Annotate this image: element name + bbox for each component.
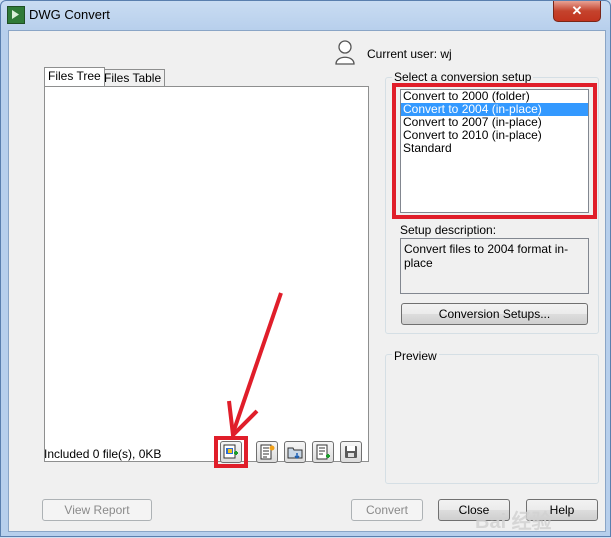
app-icon bbox=[7, 6, 25, 24]
files-status: Included 0 file(s), 0KB bbox=[44, 447, 162, 461]
add-folder-button[interactable] bbox=[284, 441, 306, 463]
save-list-icon bbox=[345, 446, 357, 458]
conversion-setups-button[interactable]: Conversion Setups... bbox=[401, 303, 588, 325]
save-file-list-button[interactable] bbox=[340, 441, 362, 463]
dwg-convert-window: DWG Convert ✕ Current user: wj Files Tre… bbox=[0, 0, 611, 537]
convert-button[interactable]: Convert bbox=[351, 499, 423, 521]
view-report-button[interactable]: View Report bbox=[42, 499, 152, 521]
add-sheet-list-icon bbox=[260, 444, 275, 460]
files-tree-panel[interactable] bbox=[44, 86, 369, 462]
window-title: DWG Convert bbox=[29, 7, 110, 22]
add-drawing-icon bbox=[223, 444, 238, 459]
preview-label: Preview bbox=[392, 349, 439, 363]
add-file-list-button[interactable] bbox=[312, 441, 334, 463]
add-folder-icon bbox=[287, 447, 303, 460]
current-user-label: Current user: wj bbox=[367, 47, 452, 61]
dialog-client: Current user: wj Files Tree Files Table … bbox=[8, 30, 606, 533]
setup-description: Convert files to 2004 format in-place bbox=[400, 238, 589, 294]
title-bar[interactable]: DWG Convert ✕ bbox=[1, 1, 610, 29]
setup-listbox[interactable]: Convert to 2000 (folder) Convert to 2004… bbox=[400, 89, 589, 213]
setup-description-label: Setup description: bbox=[400, 223, 497, 237]
user-icon bbox=[335, 40, 355, 65]
add-list-icon bbox=[316, 444, 330, 460]
tab-files-table[interactable]: Files Table bbox=[100, 69, 166, 86]
tab-files-tree[interactable]: Files Tree bbox=[44, 67, 105, 86]
setup-option[interactable]: Standard bbox=[401, 142, 588, 155]
add-sheet-set-button[interactable] bbox=[256, 441, 278, 463]
window-close-button[interactable]: ✕ bbox=[553, 1, 601, 22]
add-drawings-button[interactable] bbox=[220, 441, 242, 463]
watermark: Bai 经验 bbox=[475, 511, 552, 533]
preview-group bbox=[385, 354, 599, 484]
setup-group-label: Select a conversion setup bbox=[392, 70, 534, 84]
